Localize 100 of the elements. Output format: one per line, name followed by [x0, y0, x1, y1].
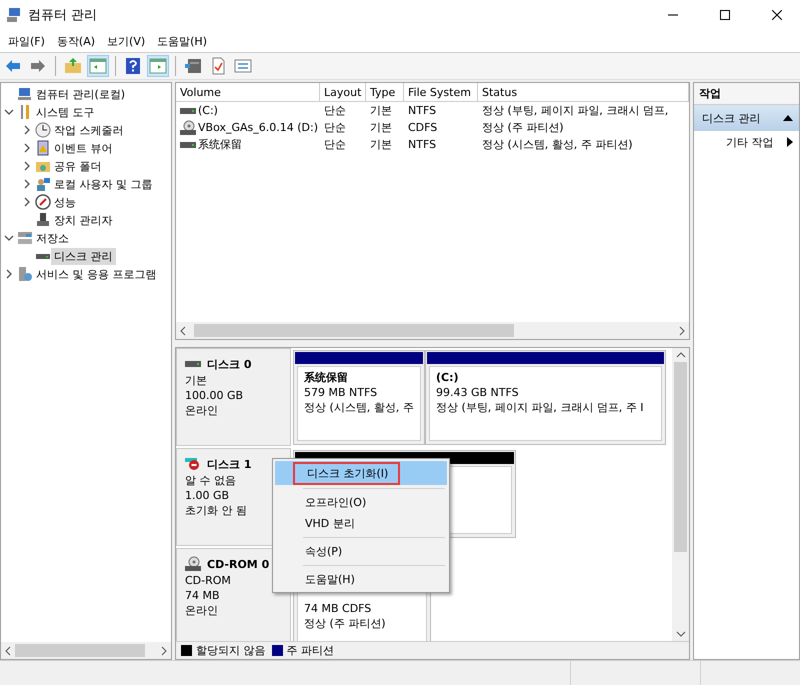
tree-item[interactable]: 성능 [51, 194, 79, 210]
disk-info: 알 수 없음 [185, 473, 237, 488]
folder-up-icon [64, 57, 82, 75]
tree-item[interactable]: 디스크 관리 [51, 248, 116, 264]
tree-item[interactable]: 저장소 [33, 230, 72, 246]
column-header[interactable]: Type [366, 83, 404, 102]
table-cell: 기본 [370, 103, 392, 118]
drive-icon [185, 359, 201, 369]
actions-section-header[interactable]: 디스크 관리 [694, 105, 799, 131]
table-cell: CDFS [408, 121, 438, 134]
tree-item[interactable]: 공유 폴더 [51, 158, 104, 174]
chevron-down-icon[interactable] [4, 233, 14, 243]
menu-option[interactable]: 디스크 초기화(I) [293, 462, 400, 484]
maximize-icon [720, 10, 730, 20]
tree-item[interactable]: 컴퓨터 관리(로컬) [33, 86, 128, 102]
drive-icon [180, 140, 196, 150]
error-drive-icon [185, 457, 201, 471]
console-tree-icon [89, 57, 107, 75]
partition-size: 99.43 GB NTFS [436, 385, 519, 400]
column-header[interactable]: File System [404, 83, 478, 102]
table-cell: 系统保留 [198, 137, 242, 152]
action-pane-icon [149, 57, 167, 75]
disk-name: 디스크 0 [207, 356, 252, 372]
column-header[interactable]: Volume [176, 83, 320, 102]
menu-item[interactable]: 파일(F) [2, 34, 51, 48]
legend-label: 주 파티션 [286, 643, 334, 658]
partition-name: (C:) [436, 370, 459, 385]
connect-icon [184, 57, 202, 75]
tree-item[interactable]: 서비스 및 응용 프로그램 [33, 266, 160, 282]
cd-drive-icon [180, 120, 196, 136]
forward-arrow-icon [29, 57, 47, 75]
table-cell: VBox_GAs_6.0.14 (D:) [198, 121, 318, 134]
action-item[interactable]: 기타 작업 [694, 131, 799, 153]
tree-item[interactable]: 시스템 도구 [33, 104, 98, 120]
column-header[interactable]: Status [478, 83, 689, 102]
table-cell: 정상 (주 파티션) [482, 120, 564, 135]
disk-info: CD-ROM [185, 573, 232, 588]
chevron-right-icon[interactable] [4, 269, 14, 279]
disk-info: 기본 [185, 373, 208, 388]
disk-label-panel[interactable]: CD-ROM 0 CD-ROM 74 MB 온라인 [176, 548, 291, 641]
table-cell: 정상 (시스템, 활성, 주 파티션) [482, 137, 633, 152]
chevron-right-icon[interactable] [22, 125, 32, 135]
computer-icon [6, 7, 22, 23]
disk-info: 1.00 GB [185, 488, 230, 503]
menu-item[interactable]: 동작(A) [50, 34, 102, 48]
partition-status: 정상 (시스템, 활성, 주 [304, 400, 414, 415]
table-cell: NTFS [408, 104, 436, 117]
device-icon [35, 212, 51, 228]
close-icon [772, 10, 782, 20]
tree-item[interactable]: 로컬 사용자 및 그룹 [51, 176, 156, 192]
table-cell: 기본 [370, 137, 392, 152]
disk-info: 온라인 [185, 403, 219, 418]
table-cell: NTFS [408, 138, 436, 151]
table-cell: 단순 [324, 137, 346, 152]
disk-info: 100.00 GB [185, 388, 244, 403]
legend-label: 할당되지 않음 [196, 643, 266, 658]
computer-icon [17, 86, 33, 102]
horizontal-scrollbar[interactable] [1, 642, 171, 659]
window-title: 컴퓨터 관리 [28, 7, 98, 24]
vertical-scrollbar[interactable] [672, 348, 689, 641]
menu-item[interactable]: 보기(V) [101, 34, 152, 48]
table-cell: 단순 [324, 103, 346, 118]
table-cell: 기본 [370, 120, 392, 135]
partition-size: 74 MB CDFS [304, 601, 372, 616]
tree-item[interactable]: 작업 스케줄러 [51, 122, 126, 138]
clock-icon [35, 122, 51, 138]
disk-info: 초기화 안 됨 [185, 503, 248, 518]
gauge-icon [35, 194, 51, 210]
disk-label-panel[interactable]: 디스크 0 기본 100.00 GB 온라인 [176, 348, 291, 446]
partition-block[interactable]: 系统保留 579 MB NTFS 정상 (시스템, 활성, 주 [293, 350, 425, 445]
chevron-right-icon[interactable] [22, 179, 32, 189]
horizontal-scrollbar[interactable] [176, 322, 689, 339]
partition-block[interactable]: (C:) 99.43 GB NTFS 정상 (부팅, 페이지 파일, 크래시 덤프, 주 I [425, 350, 666, 445]
log-icon [35, 140, 51, 156]
storage-icon [17, 230, 33, 246]
tree-item[interactable]: 장치 관리자 [51, 212, 116, 228]
chevron-right-icon[interactable] [22, 143, 32, 153]
table-cell: (C:) [198, 104, 218, 117]
partition-status: 정상 (부팅, 페이지 파일, 크래시 덤프, 주 I [436, 400, 644, 415]
chevron-down-icon[interactable] [4, 107, 14, 117]
table-cell: 정상 (부팅, 페이지 파일, 크래시 덤프, [482, 103, 668, 118]
disk-info: 온라인 [185, 603, 219, 618]
cd-drive-icon [185, 556, 201, 572]
users-icon [35, 176, 51, 192]
drive-icon [180, 106, 196, 116]
disk-name: CD-ROM 0 [207, 556, 270, 572]
services-icon [17, 266, 33, 282]
collapse-triangle-icon[interactable] [783, 114, 793, 122]
partition-size: 579 MB NTFS [304, 385, 378, 400]
menu-item[interactable]: 도움말(H) [151, 34, 213, 48]
actions-title: 작업 [694, 83, 799, 105]
chevron-right-icon[interactable] [22, 197, 32, 207]
chevron-right-icon[interactable] [22, 161, 32, 171]
column-header[interactable]: Layout [320, 83, 366, 102]
partition-status: 정상 (주 파티션) [304, 616, 386, 631]
disk-name: 디스크 1 [207, 456, 252, 472]
properties-icon [234, 57, 252, 75]
tree-item[interactable]: 이벤트 뷰어 [51, 140, 116, 156]
console-tree-button[interactable] [87, 55, 109, 77]
table-cell: 단순 [324, 120, 346, 135]
